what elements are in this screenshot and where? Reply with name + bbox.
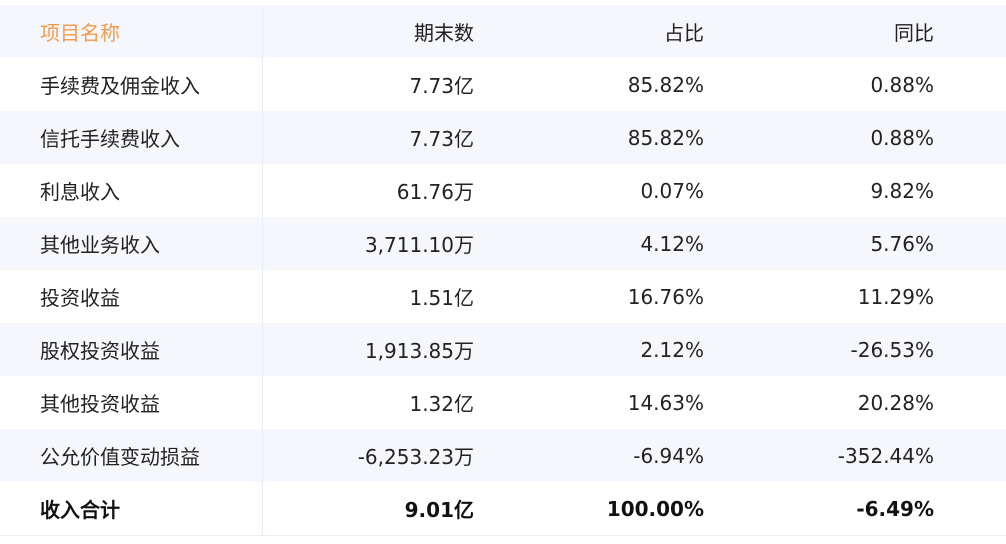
total-item-name: 收入合计 xyxy=(0,482,263,535)
row-period-end: 7.73亿 xyxy=(409,74,474,98)
header-item-name[interactable]: 项目名称 xyxy=(0,5,263,58)
row-ratio: 85.82% xyxy=(627,125,704,150)
row-yoy: -26.53% xyxy=(850,337,934,362)
row-ratio: 14.63% xyxy=(627,390,704,415)
table-row: 利息收入 61.76万 0.07% 9.82% xyxy=(0,164,1006,217)
row-item-name: 手续费及佣金收入 xyxy=(0,58,263,111)
row-item-name: 股权投资收益 xyxy=(0,323,263,376)
row-item-name: 其他投资收益 xyxy=(0,376,263,429)
table-row: 信托手续费收入 7.73亿 85.82% 0.88% xyxy=(0,111,1006,164)
table-row: 手续费及佣金收入 7.73亿 85.82% 0.88% xyxy=(0,58,1006,111)
row-yoy: 0.88% xyxy=(870,125,934,150)
row-period-end: 3,711.10万 xyxy=(364,233,474,257)
total-yoy: -6.49% xyxy=(856,496,934,521)
row-period-end: 1,913.85万 xyxy=(364,339,474,363)
row-yoy: -352.44% xyxy=(837,443,934,468)
row-item-name: 公允价值变动损益 xyxy=(0,429,263,482)
row-yoy: 11.29% xyxy=(857,284,934,309)
row-item-name: 利息收入 xyxy=(0,164,263,217)
table-row: 公允价值变动损益 -6,253.23万 -6.94% -352.44% xyxy=(0,429,1006,482)
income-table: 项目名称 期末数 占比 同比 手续费及佣金收入 7.73亿 85.82% 0.8… xyxy=(0,5,1006,535)
row-ratio: 85.82% xyxy=(627,72,704,97)
row-ratio: -6.94% xyxy=(633,443,704,468)
row-item-name: 投资收益 xyxy=(0,270,263,323)
total-period-end: 9.01亿 xyxy=(404,498,474,522)
row-item-name: 其他业务收入 xyxy=(0,217,263,270)
table-header-row: 项目名称 期末数 占比 同比 xyxy=(0,5,1006,58)
row-period-end: -6,253.23万 xyxy=(357,445,474,469)
header-period-end[interactable]: 期末数 xyxy=(263,5,474,58)
row-yoy: 9.82% xyxy=(870,178,934,203)
row-ratio: 16.76% xyxy=(627,284,704,309)
row-ratio: 4.12% xyxy=(640,231,704,256)
row-yoy: 5.76% xyxy=(870,231,934,256)
header-yoy[interactable]: 同比 xyxy=(704,5,934,58)
row-ratio: 0.07% xyxy=(640,178,704,203)
row-yoy: 20.28% xyxy=(857,390,934,415)
table-row: 其他投资收益 1.32亿 14.63% 20.28% xyxy=(0,376,1006,429)
table-total-row: 收入合计 9.01亿 100.00% -6.49% xyxy=(0,482,1006,535)
table-row: 投资收益 1.51亿 16.76% 11.29% xyxy=(0,270,1006,323)
row-period-end: 7.73亿 xyxy=(409,127,474,151)
header-ratio[interactable]: 占比 xyxy=(474,5,704,58)
row-period-end: 1.51亿 xyxy=(409,286,474,310)
table-bottom-divider xyxy=(0,535,1006,536)
total-ratio: 100.00% xyxy=(606,496,704,521)
row-yoy: 0.88% xyxy=(870,72,934,97)
row-item-name: 信托手续费收入 xyxy=(0,111,263,164)
row-period-end: 1.32亿 xyxy=(409,392,474,416)
row-period-end: 61.76万 xyxy=(396,180,474,204)
row-ratio: 2.12% xyxy=(640,337,704,362)
table-row: 股权投资收益 1,913.85万 2.12% -26.53% xyxy=(0,323,1006,376)
table-row: 其他业务收入 3,711.10万 4.12% 5.76% xyxy=(0,217,1006,270)
